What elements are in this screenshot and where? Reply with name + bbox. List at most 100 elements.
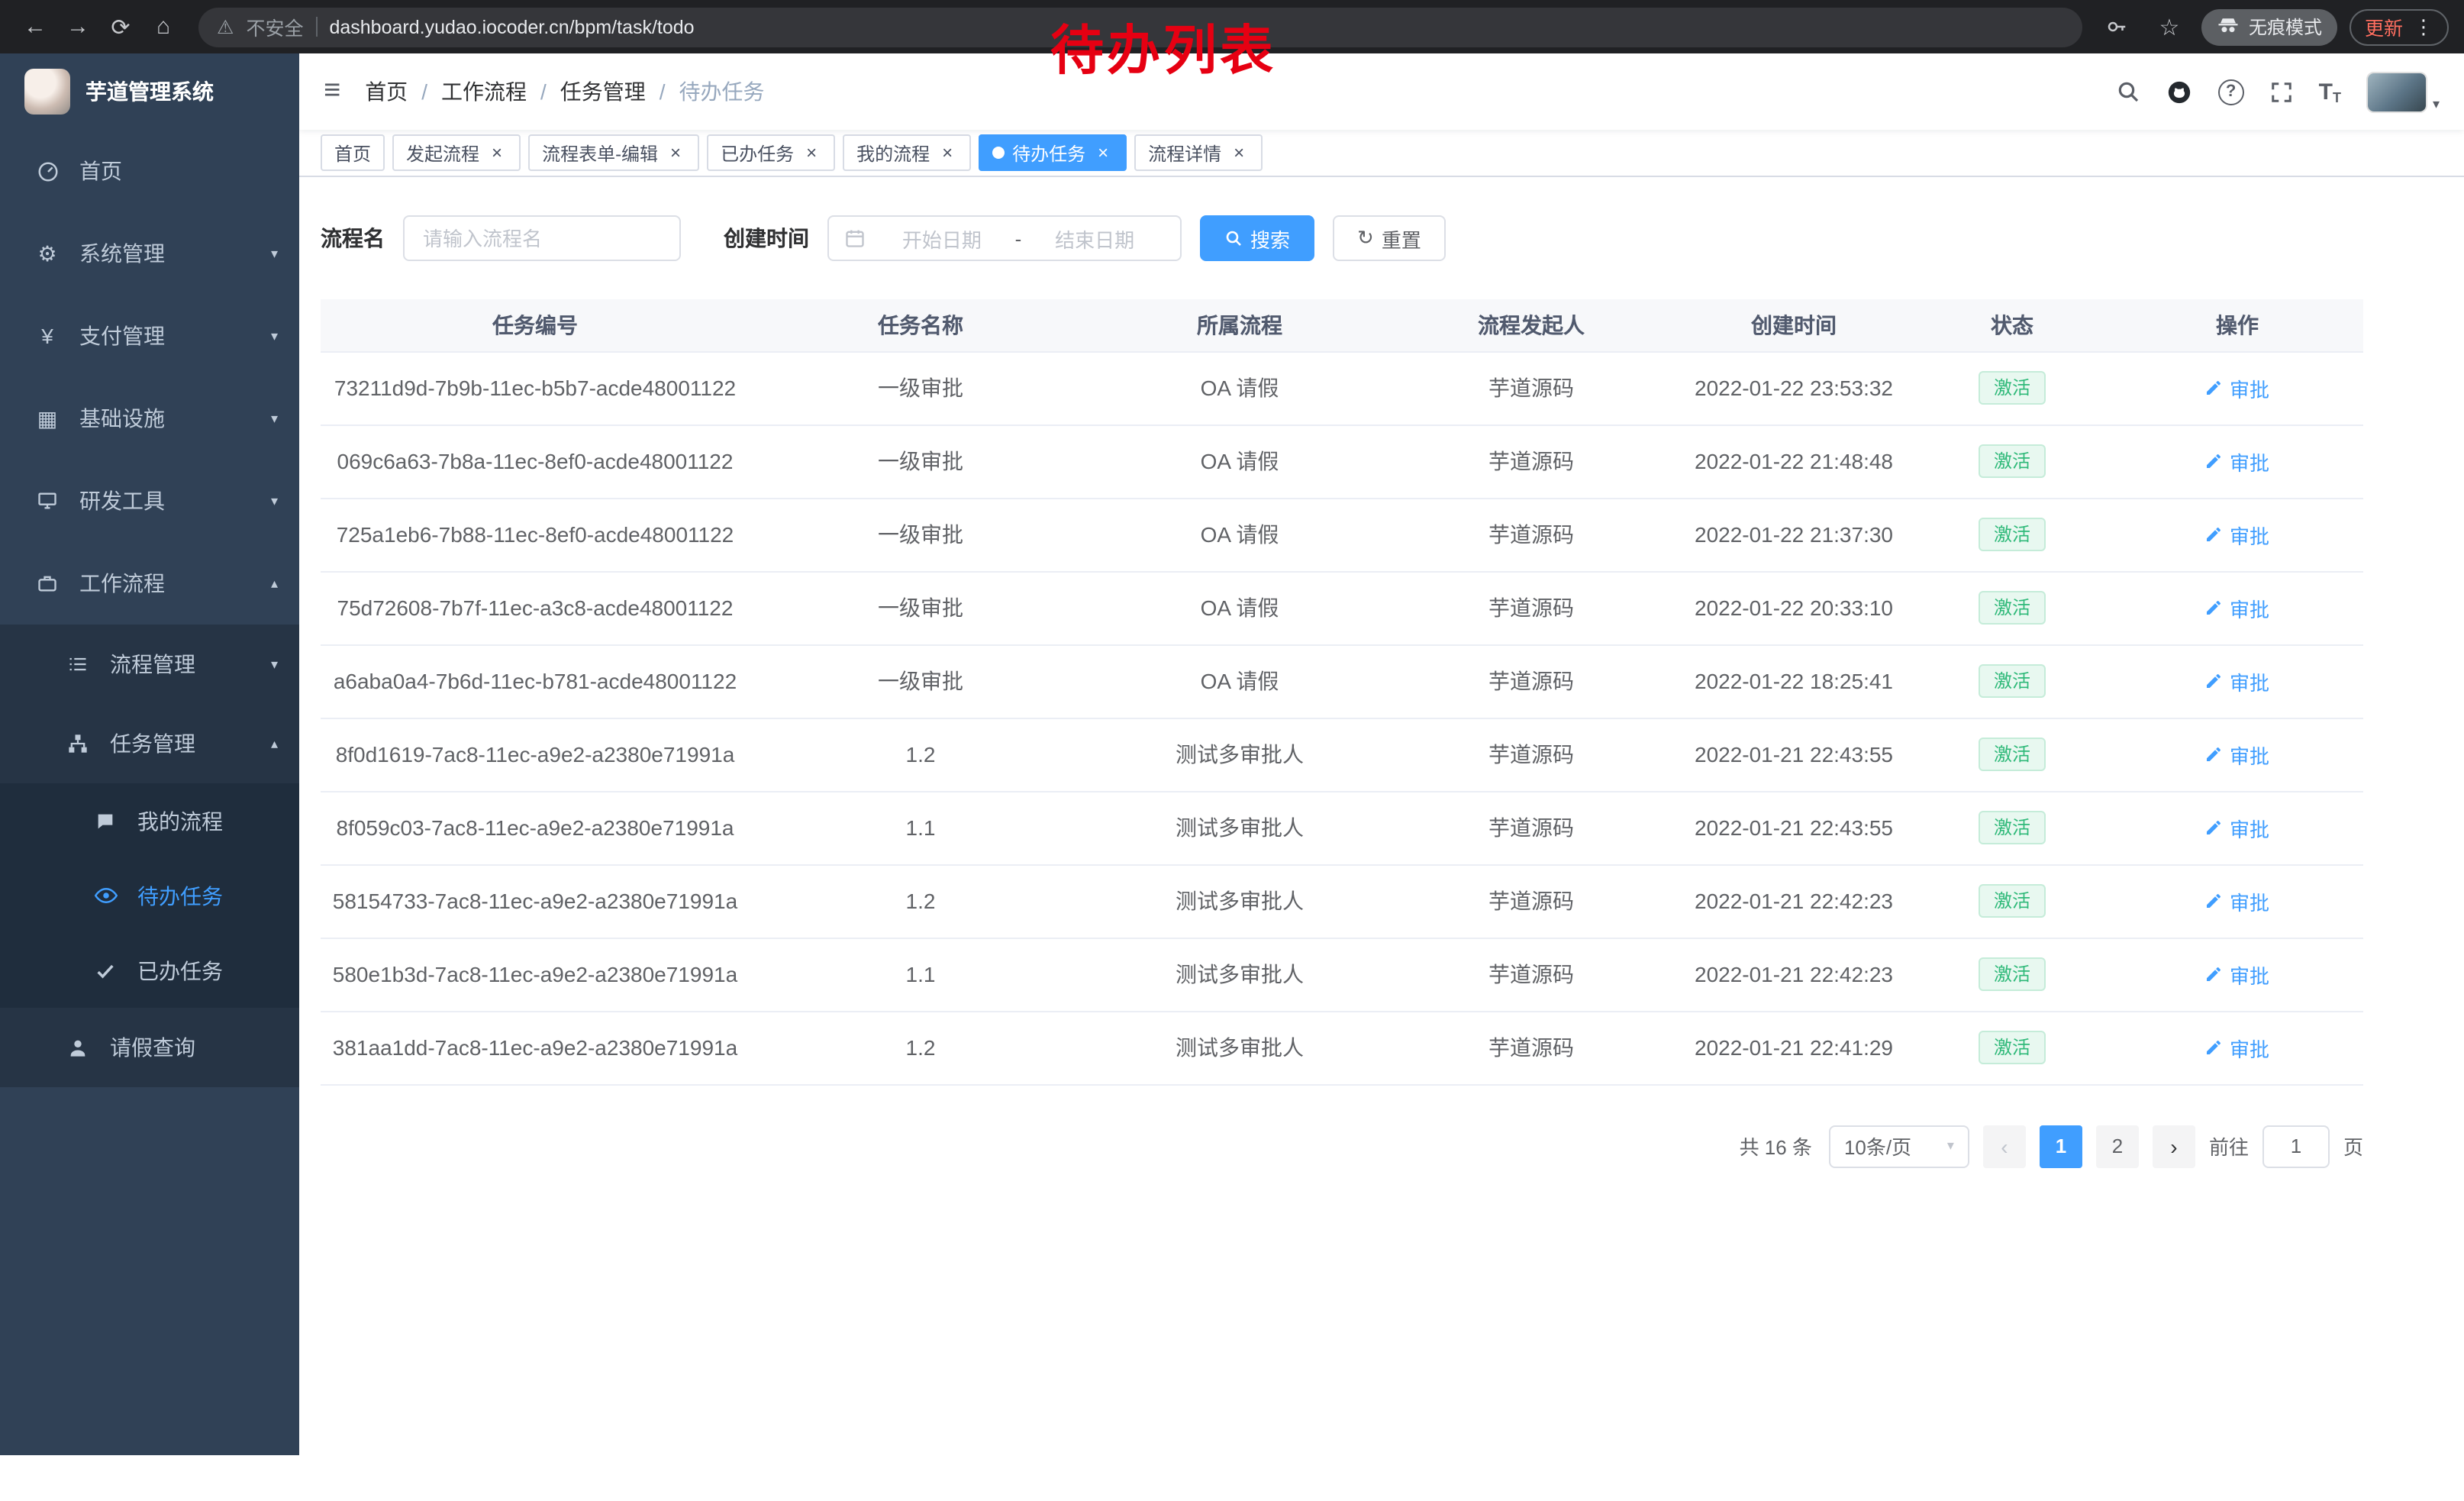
page-button-2[interactable]: 2 [2096,1125,2139,1167]
sidebar-item-infrastructure[interactable]: ▦ 基础设施 ▾ [0,377,299,460]
tab-my-process[interactable]: 我的流程 × [843,134,971,171]
approve-link[interactable]: 审批 [2205,593,2269,622]
tab-process-detail[interactable]: 流程详情 × [1134,134,1263,171]
breadcrumb: 首页 / 工作流程 / 任务管理 / 待办任务 [365,76,764,107]
cell-task-name: 1.2 [750,718,1092,791]
approve-link[interactable]: 审批 [2205,447,2269,476]
page-button-1[interactable]: 1 [2040,1125,2082,1167]
prev-page-button[interactable]: ‹ [1983,1125,2026,1167]
forward-icon[interactable]: → [58,7,98,47]
edit-icon [2205,965,2224,983]
fullscreen-icon[interactable] [2270,80,2293,103]
browser-update-button[interactable]: 更新 ⋮ [2350,8,2449,45]
tab-label: 已办任务 [721,140,794,166]
cell-process: 测试多审批人 [1092,718,1388,791]
start-date-placeholder[interactable]: 开始日期 [872,224,1012,253]
approve-link[interactable]: 审批 [2205,740,2269,769]
tab-home[interactable]: 首页 [321,134,385,171]
table-header-row: 任务编号 任务名称 所属流程 流程发起人 创建时间 状态 操作 [321,299,2363,351]
date-range-picker[interactable]: 开始日期 - 结束日期 [827,215,1182,261]
incognito-icon [2217,13,2240,40]
tab-start-process[interactable]: 发起流程 × [392,134,521,171]
home-icon[interactable]: ⌂ [144,7,183,47]
search-icon[interactable] [2116,79,2140,104]
avatar[interactable] [2367,71,2428,112]
reset-button[interactable]: ↻ 重置 [1333,215,1446,261]
tab-close-icon[interactable]: × [1229,143,1249,163]
col-status: 状态 [1913,299,2111,351]
password-key-icon[interactable] [2098,7,2137,47]
back-icon[interactable]: ← [15,7,55,47]
app-title: 芋道管理系统 [85,76,214,107]
breadcrumb-task-mgmt[interactable]: 任务管理 [560,76,646,107]
table-row: 580e1b3d-7ac8-11ec-a9e2-a2380e71991a 1.1… [321,938,2363,1011]
breadcrumb-workflow[interactable]: 工作流程 [441,76,527,107]
edit-icon [2205,818,2224,837]
sidebar-item-process-mgmt[interactable]: 流程管理 ▾ [0,625,299,704]
cell-task-id: 8f059c03-7ac8-11ec-a9e2-a2380e71991a [321,791,750,864]
cell-created: 2022-01-22 21:48:48 [1675,424,1913,498]
cell-task-id: 725a1eb6-7b88-11ec-8ef0-acde48001122 [321,498,750,571]
bookmark-star-icon[interactable]: ☆ [2150,7,2189,47]
app-logo[interactable]: 芋道管理系统 [0,53,299,130]
sidebar-item-system-mgmt[interactable]: ⚙ 系统管理 ▾ [0,212,299,295]
sidebar-fold-icon[interactable]: ≡ [324,75,340,108]
process-name-input[interactable] [403,215,681,261]
sidebar-item-leave-query[interactable]: 请假查询 [0,1008,299,1087]
tab-close-icon[interactable]: × [801,143,821,163]
page-unit-label: 页 [2343,1131,2363,1160]
tab-close-icon[interactable]: × [937,143,957,163]
sidebar-item-label: 研发工具 [79,486,165,516]
tab-todo-tasks[interactable]: 待办任务 × [979,134,1127,171]
breadcrumb-home[interactable]: 首页 [365,76,408,107]
approve-link[interactable]: 审批 [2205,813,2269,842]
sidebar-item-done-tasks[interactable]: 已办任务 [0,933,299,1008]
sidebar-item-payment-mgmt[interactable]: ¥ 支付管理 ▾ [0,295,299,377]
search-button[interactable]: 搜索 [1200,215,1314,261]
sidebar-item-dev-tools[interactable]: 研发工具 ▾ [0,460,299,542]
approve-link[interactable]: 审批 [2205,373,2269,402]
approve-link[interactable]: 审批 [2205,886,2269,915]
person-icon [61,1037,95,1058]
tab-close-icon[interactable]: × [666,143,685,163]
table-row: 75d72608-7b7f-11ec-a3c8-acde48001122 一级审… [321,571,2363,644]
tab-close-icon[interactable]: × [1093,143,1113,163]
tab-done-tasks[interactable]: 已办任务 × [707,134,835,171]
reload-icon[interactable]: ⟳ [101,7,140,47]
approve-link[interactable]: 审批 [2205,1033,2269,1062]
status-badge: 激活 [1979,1031,2046,1064]
tab-close-icon[interactable]: × [487,143,507,163]
font-size-icon[interactable]: TT [2319,79,2341,105]
chevron-down-icon: ▾ [271,410,278,427]
approve-link[interactable]: 审批 [2205,960,2269,989]
tab-label: 首页 [334,140,371,166]
sidebar-item-my-process[interactable]: 我的流程 [0,783,299,858]
yen-icon: ¥ [31,324,64,348]
sidebar-menu: 首页 ⚙ 系统管理 ▾ ¥ 支付管理 ▾ ▦ 基础设施 ▾ 研发工具 [0,130,299,1087]
table-row: a6aba0a4-7b6d-11ec-b781-acde48001122 一级审… [321,644,2363,718]
help-icon[interactable]: ? [2218,79,2244,105]
approve-link[interactable]: 审批 [2205,520,2269,549]
cell-task-id: 58154733-7ac8-11ec-a9e2-a2380e71991a [321,864,750,938]
sidebar-item-todo-tasks[interactable]: 待办任务 [0,858,299,933]
github-icon[interactable] [2166,79,2192,105]
user-menu[interactable]: ▾ [2367,71,2440,112]
approve-link[interactable]: 审批 [2205,667,2269,696]
goto-label: 前往 [2209,1131,2249,1160]
goto-page-input[interactable] [2262,1125,2330,1167]
sidebar-item-home[interactable]: 首页 [0,130,299,212]
sidebar-item-workflow[interactable]: 工作流程 ▴ [0,542,299,625]
edit-icon [2205,745,2224,763]
briefcase-icon [31,573,64,594]
sidebar-item-task-mgmt[interactable]: 任务管理 ▴ [0,704,299,783]
tab-form-edit[interactable]: 流程表单-编辑 × [528,134,699,171]
sidebar: 芋道管理系统 首页 ⚙ 系统管理 ▾ ¥ 支付管理 ▾ ▦ 基础设施 [0,53,299,1455]
sidebar-item-label: 任务管理 [110,728,195,759]
browser-menu-icon[interactable]: ⋮ [2414,15,2433,39]
security-label: 不安全 [246,12,303,41]
cell-created: 2022-01-21 22:42:23 [1675,938,1913,1011]
end-date-placeholder[interactable]: 结束日期 [1024,224,1165,253]
cell-created: 2022-01-22 18:25:41 [1675,644,1913,718]
next-page-button[interactable]: › [2153,1125,2195,1167]
page-size-select[interactable]: 10条/页 ▾ [1829,1125,1969,1167]
